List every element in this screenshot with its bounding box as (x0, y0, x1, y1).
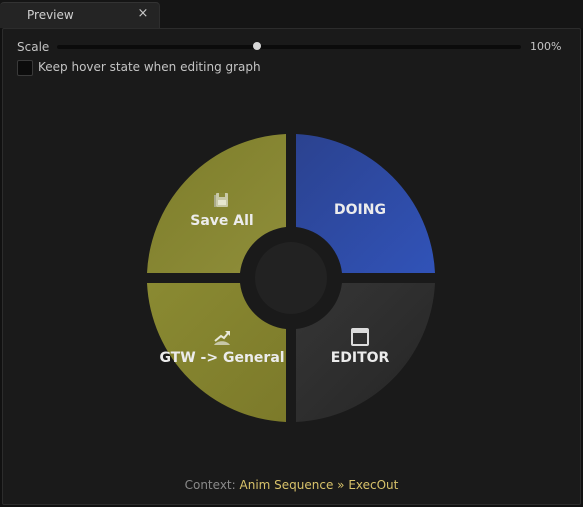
segment-label-save-all: Save All (190, 213, 254, 229)
tab-preview[interactable]: Preview × (0, 2, 160, 28)
scale-slider-thumb[interactable] (252, 42, 261, 50)
chart-arrow-icon (214, 331, 230, 345)
hover-state-label: Keep hover state when editing graph (38, 60, 261, 74)
scale-slider[interactable] (57, 45, 521, 49)
tab-bar: Preview × (0, 0, 583, 28)
segment-label-doing: DOING (334, 202, 386, 218)
context-value: Anim Sequence » ExecOut (239, 478, 399, 492)
scale-label: Scale (17, 40, 50, 54)
tab-title: Preview (27, 8, 74, 22)
context-label: Context: (184, 478, 236, 492)
segment-label-editor: EDITOR (330, 350, 390, 366)
scale-value: 100% (530, 40, 562, 53)
save-icon (214, 193, 228, 207)
radial-menu-graphic (147, 134, 435, 422)
center-hub[interactable] (255, 242, 327, 314)
context-line: Context: Anim Sequence » ExecOut (0, 478, 583, 492)
hover-state-checkbox[interactable] (17, 60, 33, 76)
close-icon[interactable]: × (136, 7, 150, 21)
window-icon (351, 328, 369, 346)
radial-menu: Save All DOING GTW -> General EDITOR (140, 127, 442, 429)
segment-label-gtw-general: GTW -> General (159, 350, 285, 366)
